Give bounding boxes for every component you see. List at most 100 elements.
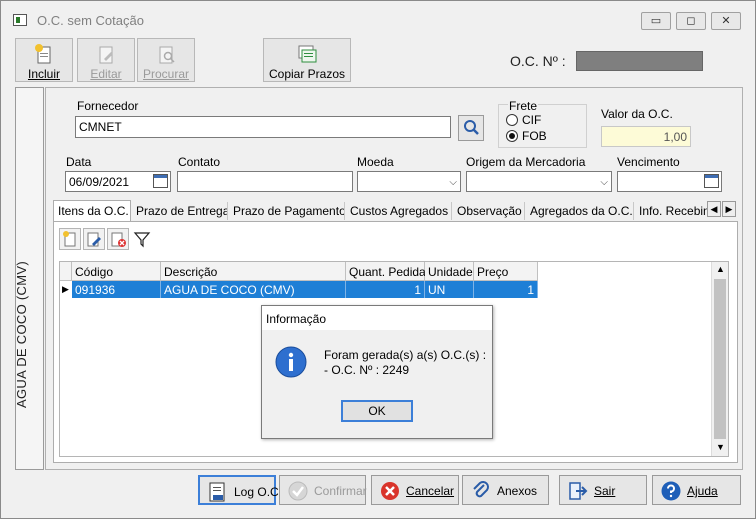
- chevron-down-icon: ⌵: [449, 177, 457, 188]
- dialog-message-line1: Foram gerada(s) a(s) O.C.(s) :: [324, 348, 487, 362]
- data-field[interactable]: 06/09/2021: [65, 171, 171, 192]
- anexos-label: Anexos: [497, 484, 538, 498]
- window: O.C. sem Cotação ▭ ◻ ✕ Incluir Editar Pr…: [0, 0, 756, 519]
- data-label: Data: [66, 155, 92, 169]
- dialog-message-line2: - O.C. Nº : 2249: [324, 363, 410, 377]
- tab-scroll-right-button[interactable]: ▶: [722, 201, 736, 217]
- valor-oc-field: 1,00: [601, 126, 691, 147]
- exit-door-icon: [569, 482, 588, 500]
- close-window-button[interactable]: ✕: [711, 12, 741, 30]
- origem-select[interactable]: ⌵: [466, 171, 612, 192]
- tab-custos-agregados[interactable]: Custos Agregados: [346, 202, 452, 220]
- cancel-icon: [381, 482, 399, 500]
- info-dialog: Informação Foram gerada(s) a(s) O.C.(s) …: [261, 305, 493, 439]
- edit-item-button[interactable]: [83, 228, 105, 250]
- tab-prazo-pagamento[interactable]: Prazo de Pagamento: [229, 202, 345, 220]
- ok-button[interactable]: OK: [341, 400, 413, 422]
- title-bar: O.C. sem Cotação ▭ ◻ ✕: [1, 1, 755, 33]
- checkmark-icon: [288, 481, 308, 501]
- confirmar-label: Confirmar: [314, 484, 367, 498]
- grid-header-descricao[interactable]: Descrição: [161, 262, 346, 281]
- ajuda-label: Ajuda: [687, 484, 718, 498]
- vencimento-label: Vencimento: [617, 155, 680, 169]
- row-indicator-icon: ▶: [62, 284, 69, 294]
- grid-cell-quant[interactable]: 1: [346, 281, 425, 298]
- sair-button[interactable]: Sair: [559, 475, 647, 505]
- app-icon: [13, 14, 27, 26]
- tab-agregados-oc[interactable]: Agregados da O.C.: [526, 202, 634, 220]
- edit-icon: [99, 46, 113, 64]
- grid-vertical-scrollbar[interactable]: ▲ ▼: [711, 262, 728, 456]
- vencimento-field[interactable]: [617, 171, 722, 192]
- grid-indicator-header: [60, 262, 72, 281]
- data-value: 06/09/2021: [69, 175, 130, 189]
- contato-label: Contato: [178, 155, 221, 169]
- frete-fob-radio[interactable]: [506, 130, 518, 142]
- product-side-panel: AGUA DE COCO (CMV): [14, 87, 44, 470]
- window-title: O.C. sem Cotação: [37, 13, 144, 28]
- magnifier-icon: [464, 120, 479, 135]
- calendar-icon[interactable]: [704, 174, 719, 188]
- procurar-button[interactable]: Procurar: [137, 38, 195, 82]
- scroll-down-icon[interactable]: ▼: [716, 442, 725, 452]
- chevron-down-icon: ⌵: [600, 177, 608, 188]
- editar-label: Editar: [90, 67, 122, 81]
- minimize-button[interactable]: ▭: [641, 12, 671, 30]
- frete-fob-label: FOB: [522, 129, 547, 143]
- copiar-prazos-label: Copiar Prazos: [268, 67, 346, 81]
- copiar-prazos-button[interactable]: Copiar Prazos: [263, 38, 351, 82]
- paperclip-icon: [473, 481, 489, 498]
- scroll-up-icon[interactable]: ▲: [716, 264, 725, 274]
- fornecedor-label: Fornecedor: [77, 99, 139, 113]
- cancelar-button[interactable]: Cancelar: [371, 475, 459, 505]
- oc-number-label: O.C. Nº :: [510, 53, 566, 69]
- valor-oc-label: Valor da O.C.: [601, 107, 673, 121]
- log-oc-button[interactable]: Log O.C: [198, 475, 279, 505]
- scrollbar-thumb[interactable]: [714, 279, 726, 439]
- incluir-button[interactable]: Incluir: [15, 38, 73, 82]
- moeda-select[interactable]: ⌵: [357, 171, 461, 192]
- new-item-icon: [63, 231, 76, 247]
- editar-button[interactable]: Editar: [77, 38, 135, 82]
- dialog-title: Informação: [262, 306, 492, 330]
- contato-input[interactable]: [177, 171, 353, 192]
- log-oc-label: Log O.C: [234, 485, 279, 499]
- tab-info-recebimento[interactable]: Info. Recebim: [635, 202, 707, 220]
- tab-scroll-left-button[interactable]: ◀: [707, 201, 721, 217]
- grid-header-codigo[interactable]: Código: [72, 262, 161, 281]
- help-icon: [661, 481, 681, 501]
- search-document-icon: [159, 46, 175, 64]
- anexos-button[interactable]: Anexos: [462, 475, 549, 505]
- delete-item-icon: [111, 232, 126, 247]
- funnel-icon: [133, 232, 151, 248]
- add-item-button[interactable]: [59, 228, 81, 250]
- tab-prazo-entrega[interactable]: Prazo de Entrega: [132, 202, 228, 220]
- grid-cell-preco[interactable]: 1: [474, 281, 538, 298]
- filter-button[interactable]: [133, 230, 151, 248]
- grid-header-preco[interactable]: Preço: [474, 262, 538, 281]
- confirmar-button[interactable]: Confirmar: [279, 475, 367, 505]
- maximize-button[interactable]: ◻: [676, 12, 706, 30]
- tab-observacao[interactable]: Observação: [453, 202, 525, 220]
- grid-header-quant[interactable]: Quant. Pedida: [346, 262, 426, 281]
- calendar-icon[interactable]: [153, 174, 168, 188]
- edit-item-icon: [87, 232, 101, 247]
- search-fornecedor-button[interactable]: [458, 115, 484, 141]
- dialog-message: Foram gerada(s) a(s) O.C.(s) : - O.C. Nº…: [324, 348, 486, 378]
- grid-cell-unidade[interactable]: UN: [425, 281, 474, 298]
- moeda-label: Moeda: [357, 155, 394, 169]
- copy-list-icon: [298, 45, 317, 63]
- ajuda-button[interactable]: Ajuda: [652, 475, 741, 505]
- new-document-icon: [35, 44, 51, 64]
- frete-label: Frete: [508, 99, 539, 113]
- oc-number-field: [576, 51, 703, 71]
- delete-item-button[interactable]: [107, 228, 129, 250]
- sair-label: Sair: [594, 484, 616, 498]
- fornecedor-input[interactable]: CMNET: [75, 116, 451, 138]
- frete-cif-radio[interactable]: [506, 114, 518, 126]
- grid-cell-codigo[interactable]: 091936: [72, 281, 161, 298]
- info-icon: [275, 346, 307, 378]
- grid-header-unidade[interactable]: Unidade: [425, 262, 474, 281]
- tab-itens-oc[interactable]: Itens da O.C.: [53, 200, 131, 221]
- grid-cell-descricao[interactable]: AGUA DE COCO (CMV): [161, 281, 346, 298]
